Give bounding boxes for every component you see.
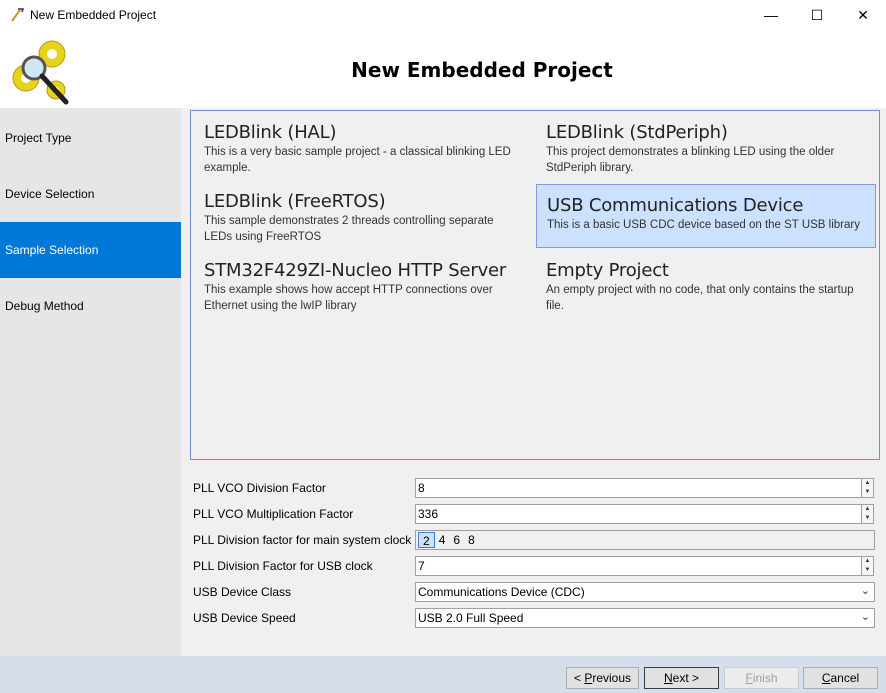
select-value: USB 2.0 Full Speed — [418, 611, 524, 625]
property-row: PLL Division factor for main system cloc… — [190, 528, 880, 552]
sample-item-http-server[interactable]: STM32F429ZI-Nucleo HTTP Server This exam… — [191, 249, 531, 313]
sidebar-item-sample-selection[interactable]: Sample Selection — [0, 222, 181, 278]
property-row: USB Device Class Communications Device (… — [190, 580, 880, 604]
previous-prefix: < — [573, 671, 585, 685]
sample-title: LEDBlink (StdPeriph) — [546, 122, 728, 143]
property-label: PLL Division factor for main system cloc… — [193, 533, 412, 547]
sample-item-ledblink-freertos[interactable]: LEDBlink (FreeRTOS) This sample demonstr… — [191, 180, 531, 244]
spin-up-icon[interactable]: ▲ — [862, 479, 873, 488]
window-title: New Embedded Project — [30, 8, 157, 22]
usb-device-speed-select[interactable]: USB 2.0 Full Speed ⌄ — [415, 608, 875, 628]
property-label: PLL VCO Division Factor — [193, 481, 326, 495]
sample-description: This is a basic USB CDC device based on … — [547, 219, 860, 231]
property-row: PLL VCO Division Factor 8 ▲ ▼ — [190, 476, 880, 500]
sample-title: LEDBlink (FreeRTOS) — [204, 191, 386, 212]
next-label: ext > — [672, 671, 700, 685]
sample-title: USB Communications Device — [547, 195, 804, 216]
maximize-icon: ☐ — [810, 6, 824, 23]
wizard-footer: < Previous Next > Finish Cancel — [0, 656, 886, 693]
sample-item-usb-communications-device[interactable]: USB Communications Device This is a basi… — [536, 184, 876, 248]
option-chip[interactable]: 4 — [435, 532, 450, 548]
sample-description: This project demonstrates a blinking LED… — [546, 146, 835, 174]
pll-usb-division-input[interactable]: 7 — [415, 556, 863, 576]
chevron-down-icon: ⌄ — [860, 585, 870, 597]
wizard-header: New Embedded Project — [0, 30, 886, 108]
sample-description: This is a very basic sample project - a … — [204, 146, 511, 174]
page-heading: New Embedded Project — [351, 58, 613, 82]
spin-down-icon[interactable]: ▼ — [862, 514, 873, 523]
previous-label: revious — [592, 671, 632, 685]
sample-item-ledblink-stdperiph[interactable]: LEDBlink (StdPeriph) This project demons… — [533, 111, 873, 175]
sample-title: Empty Project — [546, 260, 669, 281]
minimize-button[interactable]: — — [748, 0, 794, 30]
close-button[interactable]: ✕ — [840, 0, 886, 30]
option-chip[interactable]: 8 — [464, 532, 479, 548]
minimize-icon: — — [764, 7, 778, 23]
usb-device-class-select[interactable]: Communications Device (CDC) ⌄ — [415, 582, 875, 602]
property-row: USB Device Speed USB 2.0 Full Speed ⌄ — [190, 606, 880, 630]
property-label: PLL VCO Multiplication Factor — [193, 507, 354, 521]
pll-usb-division-stepper[interactable]: ▲ ▼ — [861, 556, 874, 576]
sidebar-item-device-selection[interactable]: Device Selection — [0, 166, 181, 222]
pll-vco-multiplication-stepper[interactable]: ▲ ▼ — [861, 504, 874, 524]
pll-vco-multiplication-input[interactable]: 336 — [415, 504, 863, 524]
sample-list: LEDBlink (HAL) This is a very basic samp… — [190, 110, 880, 460]
next-accelerator: N — [663, 671, 673, 685]
pll-vco-division-input[interactable]: 8 — [415, 478, 863, 498]
option-chip[interactable]: 2 — [418, 532, 435, 548]
property-row: PLL VCO Multiplication Factor 336 ▲ ▼ — [190, 502, 880, 526]
sidebar-item-label: Debug Method — [5, 299, 84, 313]
previous-button[interactable]: < Previous — [566, 667, 639, 689]
select-value: Communications Device (CDC) — [418, 585, 585, 599]
sample-description: An empty project with no code, that only… — [546, 284, 854, 312]
option-chip[interactable]: 6 — [449, 532, 464, 548]
property-label: USB Device Class — [193, 585, 292, 599]
next-button[interactable]: Next > — [644, 667, 719, 689]
finish-accelerator: F — [745, 671, 753, 685]
cancel-label: ancel — [830, 671, 860, 685]
spin-down-icon[interactable]: ▼ — [862, 566, 873, 575]
chevron-down-icon: ⌄ — [860, 611, 870, 623]
finish-label: inish — [752, 671, 778, 685]
spin-up-icon[interactable]: ▲ — [862, 505, 873, 514]
maximize-button[interactable]: ☐ — [794, 0, 840, 30]
sample-title: LEDBlink (HAL) — [204, 122, 337, 143]
sidebar-item-debug-method[interactable]: Debug Method — [0, 278, 181, 334]
sidebar-item-label: Project Type — [5, 131, 72, 145]
property-label: PLL Division Factor for USB clock — [193, 559, 373, 573]
sample-item-ledblink-hal[interactable]: LEDBlink (HAL) This is a very basic samp… — [191, 111, 531, 175]
spin-up-icon[interactable]: ▲ — [862, 557, 873, 566]
sample-item-empty-project[interactable]: Empty Project An empty project with no c… — [533, 249, 873, 313]
sidebar-item-label: Device Selection — [5, 187, 95, 201]
sample-title: STM32F429ZI-Nucleo HTTP Server — [204, 260, 507, 281]
pll-vco-division-stepper[interactable]: ▲ ▼ — [861, 478, 874, 498]
property-row: PLL Division Factor for USB clock 7 ▲ ▼ — [190, 554, 880, 578]
spin-down-icon[interactable]: ▼ — [862, 488, 873, 497]
sample-description: This example shows how accept HTTP conne… — [204, 284, 493, 312]
property-label: USB Device Speed — [193, 611, 296, 625]
close-icon: ✕ — [857, 6, 869, 23]
sidebar-item-label: Sample Selection — [5, 243, 99, 257]
app-icon — [11, 8, 25, 22]
wizard-sidebar: Project Type Device Selection Sample Sel… — [0, 108, 181, 656]
sample-description: This sample demonstrates 2 threads contr… — [204, 215, 494, 243]
finish-button[interactable]: Finish — [724, 667, 799, 689]
cancel-button[interactable]: Cancel — [803, 667, 878, 689]
title-bar: New Embedded Project — ☐ ✕ — [0, 0, 886, 30]
pll-main-division-options: 2 4 6 8 — [415, 530, 875, 550]
sidebar-item-project-type[interactable]: Project Type — [0, 110, 181, 166]
